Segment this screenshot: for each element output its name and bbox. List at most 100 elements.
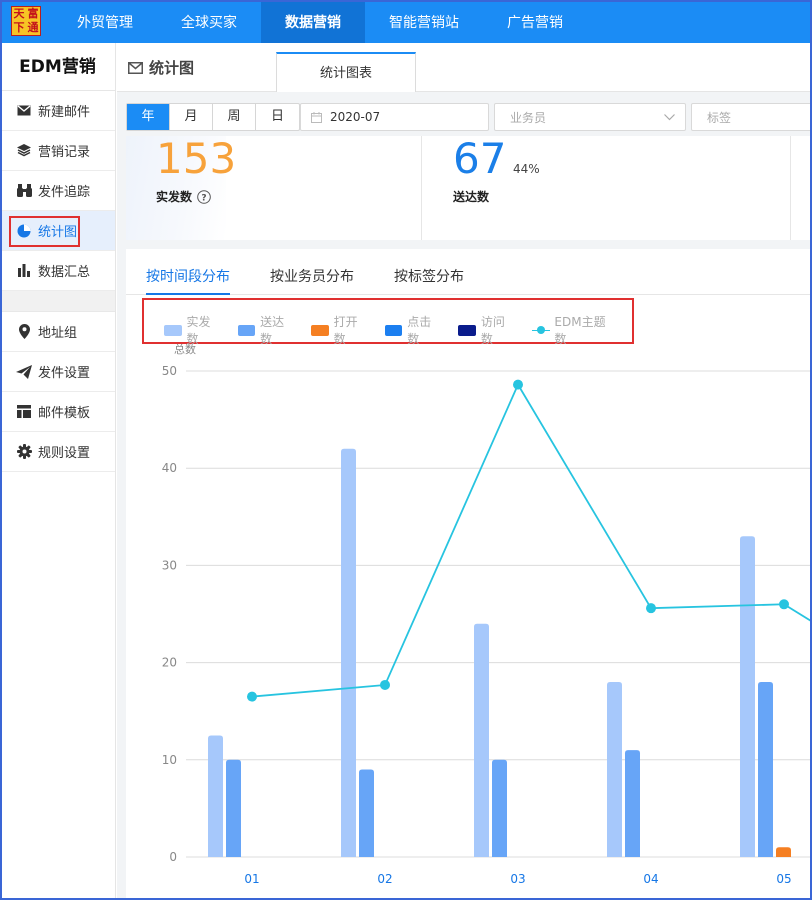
x-tick-label: 05 xyxy=(776,872,791,886)
x-tick-label: 02 xyxy=(377,872,392,886)
bar xyxy=(625,750,640,857)
line-point xyxy=(513,379,523,390)
stat-delivered-value: 67 xyxy=(453,136,507,183)
sidebar-item-summary[interactable]: 数据汇总 xyxy=(0,251,115,291)
sidebar-item-tracking[interactable]: 发件追踪 xyxy=(0,171,115,211)
line-point xyxy=(247,691,257,702)
sidebar-item-rules[interactable]: 规则设置 xyxy=(0,432,115,472)
sidebar-item-label: 规则设置 xyxy=(38,446,91,461)
paper-plane-icon xyxy=(16,364,32,380)
envelope-outline-icon xyxy=(128,61,143,74)
line-point xyxy=(380,679,390,690)
bar xyxy=(359,769,374,857)
map-pin-icon xyxy=(16,324,32,340)
sidebar-item-label: 发件设置 xyxy=(38,366,91,381)
stat-sent-label: 实发数 ? xyxy=(156,188,236,205)
tag-input[interactable]: 标签 xyxy=(691,103,812,131)
stat-delivered: 67 44% 送达数 xyxy=(453,136,540,205)
stats-card: 153 实发数 ? 67 44% 送达数 xyxy=(126,136,812,240)
y-tick-label: 30 xyxy=(162,558,177,572)
help-icon[interactable]: ? xyxy=(197,189,211,204)
bar xyxy=(740,536,755,857)
period-month-button[interactable]: 月 xyxy=(170,104,213,130)
sidebar-item-label: 新建邮件 xyxy=(38,105,91,120)
svg-text:?: ? xyxy=(201,193,206,203)
x-tick-label: 01 xyxy=(244,872,259,886)
template-icon xyxy=(16,404,32,420)
stat-sent-value: 153 xyxy=(156,136,237,183)
period-selector: 年 月 周 日 xyxy=(126,103,300,131)
period-year-button[interactable]: 年 xyxy=(127,104,170,130)
line-point xyxy=(779,599,789,610)
y-tick-label: 10 xyxy=(162,753,177,767)
binoculars-icon xyxy=(16,183,32,199)
sidebar-item-records[interactable]: 营销记录 xyxy=(0,131,115,171)
stat-delivered-label: 送达数 xyxy=(453,190,490,204)
line-point xyxy=(646,603,656,614)
tag-placeholder: 标签 xyxy=(707,110,732,125)
sidebar: EDM营销 新建邮件 营销记录 发件追踪 统计图 数据汇总 地址组 发件设置 邮… xyxy=(0,43,116,900)
bar-chart-icon xyxy=(16,263,32,279)
sidebar-item-label: 邮件模板 xyxy=(38,406,91,421)
nav-item-foreign-trade[interactable]: 外贸管理 xyxy=(53,0,157,43)
period-day-button[interactable]: 日 xyxy=(256,104,299,130)
y-axis-label: 总数 xyxy=(174,342,196,356)
period-week-button[interactable]: 周 xyxy=(213,104,256,130)
chevron-down-icon xyxy=(664,113,675,120)
page-title: 统计图 xyxy=(128,57,194,78)
bar xyxy=(758,682,773,857)
sidebar-item-label: 数据汇总 xyxy=(38,265,91,280)
filter-bar: 年 月 周 日 2020-07 业务员 标签 xyxy=(126,103,812,131)
chart-card: 按时间段分布 按业务员分布 按标签分布 实发数 送达数 打开数 点击数 访问数 EDM主题… xyxy=(126,249,812,900)
nav-item-data-marketing[interactable]: 数据营销 xyxy=(261,0,365,43)
sidebar-item-statistics[interactable]: 统计图 xyxy=(0,211,115,251)
stats-divider xyxy=(790,136,791,240)
bar xyxy=(208,735,223,857)
y-tick-label: 50 xyxy=(162,364,177,378)
stat-delivered-percent: 44% xyxy=(513,162,540,176)
highlight-box xyxy=(9,216,80,247)
sidebar-item-label: 地址组 xyxy=(38,326,78,341)
page-title-text: 统计图 xyxy=(149,59,195,77)
top-nav: 天 富 下 通 外贸管理 全球买家 数据营销 智能营销站 广告营销 xyxy=(0,0,812,43)
salesperson-placeholder: 业务员 xyxy=(510,110,547,125)
bar xyxy=(474,623,489,857)
nav-item-smart-marketing[interactable]: 智能营销站 xyxy=(365,0,483,43)
logo-char: 下 xyxy=(13,21,25,34)
sidebar-item-new-mail[interactable]: 新建邮件 xyxy=(0,91,115,131)
tab-chart[interactable]: 统计图表 xyxy=(276,52,416,92)
logo-char: 天 xyxy=(13,7,25,20)
stat-sent: 153 实发数 ? xyxy=(156,136,236,205)
page-header: 统计图 统计图表 xyxy=(117,43,812,92)
y-tick-label: 40 xyxy=(162,461,177,475)
nav-item-ads-marketing[interactable]: 广告营销 xyxy=(483,0,587,43)
logo-char: 通 xyxy=(27,21,39,34)
sidebar-item-address-group[interactable]: 地址组 xyxy=(0,312,115,352)
sidebar-item-send-settings[interactable]: 发件设置 xyxy=(0,352,115,392)
nav-item-global-buyers[interactable]: 全球买家 xyxy=(157,0,261,43)
envelope-icon xyxy=(16,103,32,119)
bar xyxy=(341,448,356,857)
bar xyxy=(492,759,507,857)
date-picker[interactable]: 2020-07 xyxy=(300,103,489,131)
y-tick-label: 20 xyxy=(162,656,177,670)
sidebar-separator xyxy=(0,291,115,312)
sidebar-item-label: 发件追踪 xyxy=(38,185,91,200)
bar xyxy=(607,682,622,857)
calendar-icon xyxy=(311,111,322,123)
logo[interactable]: 天 富 下 通 xyxy=(11,6,41,36)
logo-char: 富 xyxy=(27,7,39,20)
stat-sent-label-text: 实发数 xyxy=(156,190,193,204)
sidebar-title: EDM营销 xyxy=(0,43,115,91)
bar xyxy=(226,759,241,857)
salesperson-select[interactable]: 业务员 xyxy=(494,103,686,131)
y-tick-label: 0 xyxy=(169,850,177,864)
nav-items: 外贸管理 全球买家 数据营销 智能营销站 广告营销 xyxy=(53,0,587,43)
sidebar-item-templates[interactable]: 邮件模板 xyxy=(0,392,115,432)
x-tick-label: 04 xyxy=(643,872,658,886)
series-line xyxy=(251,382,812,698)
chart-plot: 总数 0 10 20 30 40 50 01 02 03 04 05 xyxy=(162,342,812,886)
date-value: 2020-07 xyxy=(330,110,381,124)
gear-icon xyxy=(16,444,32,460)
layers-icon xyxy=(16,143,32,159)
